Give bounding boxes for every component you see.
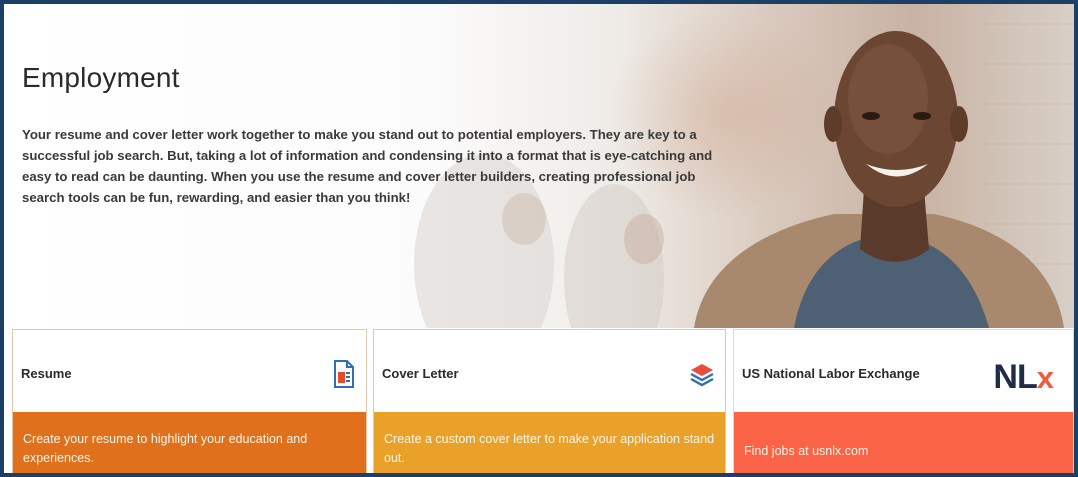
cover-letter-card[interactable]: Cover Letter Create a custom cover lette… xyxy=(373,329,726,473)
resume-card-title: Resume xyxy=(21,366,72,381)
nlx-card[interactable]: US National Labor Exchange NLx Find jobs… xyxy=(733,329,1074,473)
hero-banner: Employment Your resume and cover letter … xyxy=(4,4,1074,328)
nlx-card-description: Find jobs at usnlx.com xyxy=(734,412,1073,473)
employment-panel: Employment Your resume and cover letter … xyxy=(0,0,1078,477)
nlx-logo-main: NL xyxy=(993,358,1037,396)
layers-stack-icon xyxy=(690,364,714,387)
cover-letter-card-header: Cover Letter xyxy=(374,330,725,412)
resume-card[interactable]: Resume Create your resume to highlight y… xyxy=(12,329,367,473)
resume-card-description: Create your resume to highlight your edu… xyxy=(13,412,366,473)
nlx-logo-accent: x xyxy=(1036,360,1054,395)
cover-letter-card-title: Cover Letter xyxy=(382,366,459,381)
nlx-card-title: US National Labor Exchange xyxy=(742,366,920,381)
cover-letter-card-description: Create a custom cover letter to make you… xyxy=(374,412,725,473)
nlx-card-header: US National Labor Exchange NLx xyxy=(734,330,1073,412)
nlx-logo: NLx xyxy=(993,358,1054,396)
resume-card-header: Resume xyxy=(13,330,366,412)
intro-paragraph: Your resume and cover letter work togeth… xyxy=(22,127,713,205)
page-title: Employment xyxy=(22,62,180,93)
tools-card-row: Resume Create your resume to highlight y… xyxy=(12,329,1074,473)
resume-document-icon xyxy=(334,360,354,388)
